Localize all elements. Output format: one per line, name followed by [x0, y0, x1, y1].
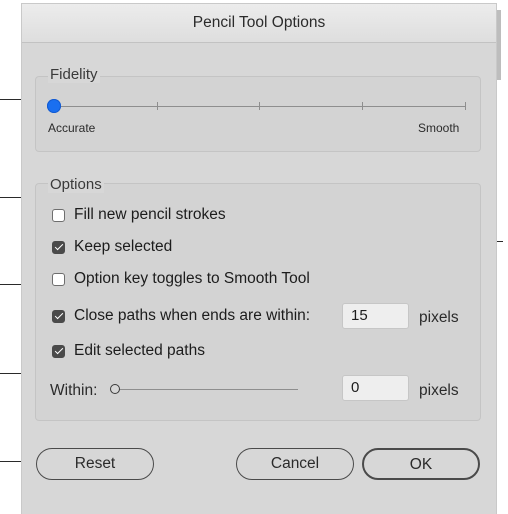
pencil-tool-options-dialog: Pencil Tool Options Fidelity Accurate Sm… [22, 4, 496, 514]
edit-selected-checkbox[interactable]: Edit selected paths [52, 341, 205, 361]
background-line [0, 99, 22, 100]
checkbox-checked-icon[interactable] [52, 240, 65, 254]
background-line [497, 241, 503, 242]
fidelity-min-label: Accurate [48, 121, 96, 135]
close-paths-pixels-input[interactable]: 15 [342, 303, 409, 329]
options-group-label: Options [48, 176, 104, 193]
within-slider-knob[interactable] [110, 384, 120, 394]
keep-selected-checkbox[interactable]: Keep selected [52, 237, 172, 257]
checkbox-checked-icon[interactable] [52, 309, 65, 323]
dialog-title: Pencil Tool Options [22, 4, 496, 43]
fidelity-group-label: Fidelity [48, 66, 100, 83]
keep-selected-label: Keep selected [74, 238, 173, 255]
close-paths-label: Close paths when ends are within: [74, 307, 311, 324]
fidelity-tick [259, 102, 260, 110]
checkbox-unchecked-icon[interactable] [52, 272, 65, 286]
background-line [0, 284, 22, 285]
background-line [0, 461, 22, 462]
fidelity-tick [465, 102, 466, 110]
within-slider-track[interactable] [118, 389, 298, 390]
background-line [0, 197, 22, 198]
fill-new-strokes-checkbox[interactable]: Fill new pencil strokes [52, 205, 226, 225]
close-paths-unit-label: pixels [419, 309, 459, 326]
checkbox-unchecked-icon[interactable] [52, 208, 65, 222]
fill-new-strokes-label: Fill new pencil strokes [74, 206, 226, 223]
fidelity-tick [157, 102, 158, 110]
fidelity-slider-track[interactable] [54, 106, 466, 107]
fidelity-slider-knob[interactable] [47, 99, 61, 113]
option-key-toggles-checkbox[interactable]: Option key toggles to Smooth Tool [52, 269, 310, 289]
ok-button[interactable]: OK [362, 448, 480, 480]
within-pixels-input[interactable]: 0 [342, 375, 409, 401]
background-line [0, 373, 22, 374]
fidelity-group [35, 76, 481, 152]
option-key-toggles-label: Option key toggles to Smooth Tool [74, 270, 310, 287]
background-mark [497, 10, 501, 80]
close-paths-checkbox[interactable]: Close paths when ends are within: [52, 306, 310, 326]
within-label: Within: [50, 382, 98, 399]
within-unit-label: pixels [419, 382, 459, 399]
fidelity-max-label: Smooth [418, 121, 460, 135]
reset-button[interactable]: Reset [36, 448, 154, 480]
edit-selected-label: Edit selected paths [74, 342, 205, 359]
cancel-button[interactable]: Cancel [236, 448, 354, 480]
checkbox-checked-icon[interactable] [52, 344, 65, 358]
fidelity-tick [362, 102, 363, 110]
